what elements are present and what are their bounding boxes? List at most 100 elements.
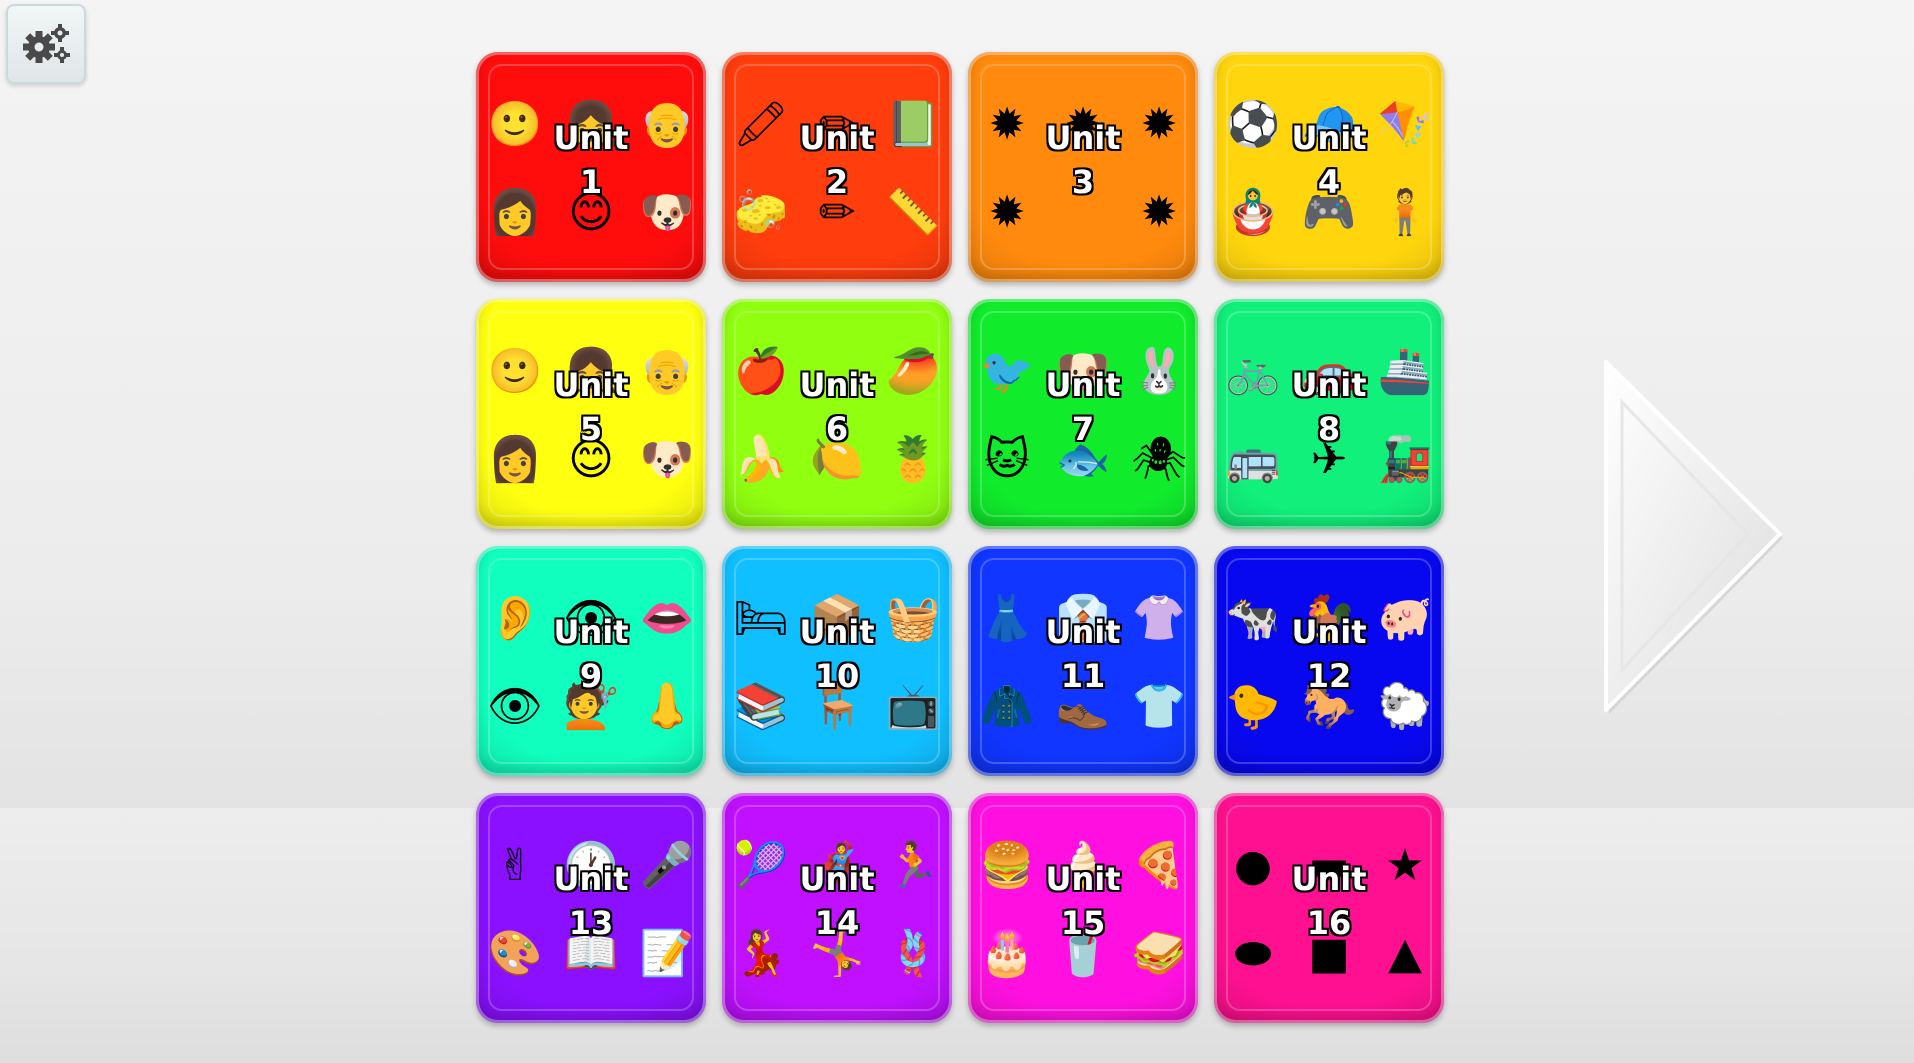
unit-icon: 📝 [639, 928, 695, 979]
unit-icon: 🎨 [487, 928, 543, 979]
unit-icon: 🐶 [639, 187, 695, 238]
unit-icon: 🙂 [487, 346, 543, 397]
unit-icon: 🐖 [1377, 593, 1433, 644]
unit-icon: 🍎 [733, 346, 789, 397]
unit-icon: 👁 [563, 593, 619, 644]
unit-tile-9[interactable]: 👂 👁 👄 👁 💇 👃 Unit 9 [476, 546, 706, 776]
unit-icon: 🙂 [487, 99, 543, 150]
unit-icon: 🎂 [979, 928, 1035, 979]
unit-tile-8[interactable]: 🚲 🚗 🚢 🚌 ✈ 🚂 Unit 8 [1214, 299, 1444, 529]
unit-icon: 🥭 [885, 346, 941, 397]
unit-icon: 🐰 [1131, 346, 1187, 397]
unit-icon: 😊 [568, 187, 614, 238]
unit-icon: ✹ [988, 187, 1026, 238]
unit-tile-6[interactable]: 🍎 🥭 🍌 🍋 🍍 Unit 6 [722, 299, 952, 529]
unit-tile-12[interactable]: 🐄 🐓 🐖 🐤 🐎 🐑 Unit 12 [1214, 546, 1444, 776]
unit-icon: 📖 [563, 928, 619, 979]
unit-icon: 🐟 [1055, 434, 1111, 485]
unit-tile-10[interactable]: 🛏 📦 🧺 📚 🪑 📺 Unit 10 [722, 546, 952, 776]
unit-tile-1[interactable]: 🙂 👧 👴 👩 😊 🐶 Unit 1 [476, 52, 706, 282]
unit-icon: ✏ [818, 187, 856, 238]
unit-icon: 👴 [639, 99, 695, 150]
unit-tile-7[interactable]: 🐦 🐶 🐰 🐱 🐟 🕷 Unit 7 [968, 299, 1198, 529]
unit-icon: 🧍 [1377, 187, 1433, 238]
unit-icon: 🍋 [809, 434, 865, 485]
unit-icon: 👧 [563, 346, 619, 397]
unit-icon: 👁 [487, 681, 543, 732]
unit-icon: 💇 [563, 681, 619, 732]
unit-tile-16[interactable]: ● ▬ ★ ⬬ ■ ▲ Unit 16 [1214, 793, 1444, 1023]
unit-icon: 👄 [639, 593, 695, 644]
unit-icon: 🍕 [1131, 840, 1187, 891]
unit-icon: 🪢 [885, 928, 941, 979]
unit-icon [808, 343, 866, 401]
unit-icon: ✈ [1310, 434, 1348, 485]
unit-icon: ■ [1308, 928, 1350, 979]
next-arrow-icon[interactable] [1596, 356, 1786, 716]
unit-icon: 🤸 [809, 928, 865, 979]
unit-icon: 📚 [733, 681, 789, 732]
unit-icon: 🦸 [809, 840, 865, 891]
unit-icon: 👔 [1055, 593, 1111, 644]
unit-icon: 👚 [1131, 593, 1187, 644]
unit-icon: ⬬ [1234, 928, 1272, 979]
unit-icon: 🕷 [1131, 434, 1187, 485]
unit-icon: 🎤 [639, 840, 695, 891]
unit-icon: ● [1233, 840, 1273, 891]
unit-tile-11[interactable]: 👗 👔 👚 🧥 👞 👕 Unit 11 [968, 546, 1198, 776]
unit-tile-2[interactable]: 🖍 ✏ 📗 🧽 ✏ 📏 Unit 2 [722, 52, 952, 282]
unit-icon: 🕐 [563, 840, 619, 891]
unit-icon: 👴 [639, 346, 695, 397]
unit-icon: ✹ [988, 99, 1026, 150]
unit-icon: 🎮 [1301, 187, 1357, 238]
unit-icon: 🚗 [1301, 346, 1357, 397]
unit-icon: 🥪 [1131, 928, 1187, 979]
unit-icon: 👩 [487, 187, 543, 238]
unit-tile-14[interactable]: 🎾 🦸 🏃 💃 🤸 🪢 Unit 14 [722, 793, 952, 1023]
unit-icon: 😊 [568, 434, 614, 485]
unit-tile-5[interactable]: 🙂 👧 👴 👩 😊 🐶 Unit 5 [476, 299, 706, 529]
unit-icon: 🍔 [979, 840, 1035, 891]
unit-icon: 📺 [885, 681, 941, 732]
unit-icon: ✏ [818, 99, 856, 150]
unit-icon: 👕 [1131, 681, 1187, 732]
unit-icon: 👧 [563, 99, 619, 150]
unit-icon: ▬ [1308, 840, 1350, 891]
unit-icon: 📏 [885, 187, 941, 238]
unit-icon: 👗 [979, 593, 1035, 644]
unit-icon: 🍦 [1055, 840, 1111, 891]
unit-icon: 👞 [1055, 681, 1111, 732]
unit-icon: 💃 [733, 928, 789, 979]
unit-icon: 🐦 [979, 346, 1035, 397]
unit-icon: 🐓 [1301, 593, 1357, 644]
settings-button[interactable] [6, 4, 86, 84]
unit-icon: 🐎 [1301, 681, 1357, 732]
unit-icon: ✹ [1140, 99, 1178, 150]
unit-icon: 🧺 [885, 593, 941, 644]
unit-tile-3[interactable]: ✹ ✹ ✹ ✹ ✹ Unit 3 [968, 52, 1198, 282]
unit-icon: 🐄 [1225, 593, 1281, 644]
unit-tile-13[interactable]: ✌ 🕐 🎤 🎨 📖 📝 Unit 13 [476, 793, 706, 1023]
unit-grid: 🙂 👧 👴 👩 😊 🐶 Unit 1 🖍 ✏ 📗 🧽 ✏ 📏 Unit 2 ✹ ✹ ✹ ✹ ✹ Unit 3 ⚽ 🧢 🪁 🪆 🎮 🧍 Un… [476, 52, 1444, 1023]
unit-icon: 📗 [885, 99, 941, 150]
unit-icon: ✹ [1064, 99, 1102, 150]
unit-icon: 🚂 [1377, 434, 1433, 485]
unit-icon: 🧢 [1301, 99, 1357, 150]
unit-tile-15[interactable]: 🍔 🍦 🍕 🎂 🥤 🥪 Unit 15 [968, 793, 1198, 1023]
unit-icon: 🏃 [885, 840, 941, 891]
unit-icon: 👩 [487, 434, 543, 485]
unit-icon: 🪆 [1225, 187, 1281, 238]
unit-icon: 🐱 [984, 434, 1030, 485]
unit-icon: ✌ [496, 840, 534, 891]
unit-icon: 🖍 [733, 99, 789, 150]
unit-icon: 🧽 [733, 187, 789, 238]
unit-icon: 🛏 [733, 593, 789, 644]
unit-icon: 📦 [809, 593, 865, 644]
unit-icon: 🚌 [1225, 434, 1281, 485]
unit-icon: 🎾 [733, 840, 789, 891]
unit-icon: 🪑 [809, 681, 865, 732]
unit-icon: 🐑 [1377, 681, 1433, 732]
unit-icon [1054, 184, 1112, 242]
unit-tile-4[interactable]: ⚽ 🧢 🪁 🪆 🎮 🧍 Unit 4 [1214, 52, 1444, 282]
unit-icon: 🍌 [733, 434, 789, 485]
